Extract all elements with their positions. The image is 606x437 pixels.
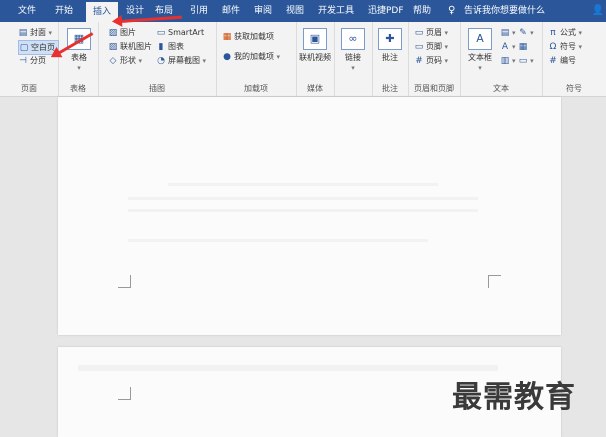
person-icon: 👤 [591,5,604,16]
tab-mailings[interactable]: 邮件 [222,0,240,22]
lightbulb-icon: ♀ [448,5,456,16]
signature-icon: ✎ [519,28,527,38]
tell-me-text: 告诉我你想要做什么 [464,6,546,16]
quick-parts-icon: ▤ [500,28,510,38]
pictures-button[interactable]: ▨ 图片 [108,26,136,39]
tab-home[interactable]: 开始 [55,0,73,22]
group-label-comments: 批注 [382,84,398,93]
equation-button[interactable]: π 公式 ▾ [548,26,582,39]
tab-file[interactable]: 文件 [18,0,36,22]
page-break-button[interactable]: ⊣ 分页 [18,54,46,67]
footer-icon: ▭ [414,42,424,52]
screenshot-icon: ◔ [157,56,165,66]
group-label-text: 文本 [493,84,509,93]
margin-corner-mark [118,275,131,288]
group-text: A 文本框 ▾ ▤ ▾ ✎ ▾ A ▾ ▦ ▥ ▾ ▭ ▾ 文本 [460,22,543,96]
group-label-pages: 页面 [21,84,37,93]
footer-button[interactable]: ▭ 页脚 ▾ [414,40,448,53]
number-button[interactable]: # 编号 [548,54,576,67]
dropcap-button[interactable]: ▥ ▾ ▭ ▾ [500,54,534,67]
faint-text-line [128,209,478,212]
tab-review[interactable]: 审阅 [254,0,272,22]
number-icon: # [549,56,557,66]
group-symbols: π 公式 ▾ Ω 符号 ▾ # 编号 符号 [542,22,606,96]
menu-bar: 文件 开始 插入 设计 布局 引用 邮件 审阅 视图 开发工具 迅捷PDF 帮助… [0,0,606,22]
my-addins-button[interactable]: ● 我的加载项 ▾ [222,50,280,63]
cover-page-button[interactable]: ▤ 封面 ▾ [18,26,52,39]
link-button[interactable]: ∞ 链接 ▾ [338,28,368,72]
share-button[interactable]: 👤共享 [592,0,604,22]
group-comments: ✚ 批注 批注 [372,22,409,96]
wordart-icon: A [501,42,509,52]
link-icon: ∞ [341,28,365,50]
group-label-addins: 加载项 [244,84,268,93]
shapes-icon: ◇ [109,56,117,66]
chart-button[interactable]: ▮ 图表 [156,40,184,53]
tab-references[interactable]: 引用 [190,0,208,22]
screenshot-button[interactable]: ◔ 屏幕截图 ▾ [156,54,206,67]
quick-parts-button[interactable]: ▤ ▾ ✎ ▾ [500,26,534,39]
group-label-media: 媒体 [307,84,323,93]
smartart-icon: ▭ [156,28,166,38]
symbol-button[interactable]: Ω 符号 ▾ [548,40,583,53]
faint-text-line [128,239,428,242]
object-icon: ▭ [518,56,528,66]
get-addins-button[interactable]: ▦ 获取加载项 [222,30,274,43]
text-box-button[interactable]: A 文本框 ▾ [464,28,496,72]
group-label-tables: 表格 [70,84,86,93]
group-media: ▣ 联机视频 媒体 [296,22,335,96]
online-picture-icon: ▨ [108,42,118,52]
tab-developer[interactable]: 开发工具 [318,0,354,22]
omega-icon: Ω [549,42,557,52]
group-label-header-footer: 页眉和页脚 [414,84,454,93]
header-icon: ▭ [414,28,424,38]
group-label-illustrations: 插图 [149,84,165,93]
addins-icon: ● [223,52,231,62]
cover-page-icon: ▤ [18,28,28,38]
online-video-button[interactable]: ▣ 联机视频 [298,28,332,63]
page-break-icon: ⊣ [19,56,27,66]
group-illustrations: ▨ 图片 ▨ 联机图片 ◇ 形状 ▾ ▭ SmartArt ▮ 图表 ◔ 屏幕截图 ▾ 插图 [98,22,217,96]
faint-text-line [78,365,498,371]
margin-corner-mark [488,275,501,288]
header-button[interactable]: ▭ 页眉 ▾ [414,26,448,39]
text-box-icon: A [468,28,492,50]
pi-icon: π [550,28,556,38]
faint-text-line [168,183,438,186]
tab-pdf[interactable]: 迅捷PDF [368,0,404,22]
group-header-footer: ▭ 页眉 ▾ ▭ 页脚 ▾ # 页码 ▾ 页眉和页脚 [408,22,461,96]
chart-icon: ▮ [158,42,164,52]
dropcap-icon: ▥ [500,56,510,66]
watermark-logo: 最需教育 [452,380,576,415]
faint-text-line [128,197,478,200]
group-pages: ▤ 封面 ▾ ▢ 空白页 ⊣ 分页 页面 [0,22,59,96]
group-addins: ▦ 获取加载项 ● 我的加载项 ▾ 加载项 [216,22,297,96]
smartart-button[interactable]: ▭ SmartArt [156,26,204,39]
picture-icon: ▨ [108,28,118,38]
comment-icon: ✚ [378,28,402,50]
page-number-button[interactable]: # 页码 ▾ [414,54,448,67]
video-icon: ▣ [303,28,327,50]
shapes-button[interactable]: ◇ 形状 ▾ [108,54,143,67]
tab-view[interactable]: 视图 [286,0,304,22]
margin-corner-mark [118,387,131,400]
comment-button[interactable]: ✚ 批注 [375,28,405,63]
store-icon: ▦ [222,32,232,42]
group-links: ∞ 链接 ▾ [334,22,373,96]
wordart-button[interactable]: A ▾ ▦ [500,40,530,53]
group-label-symbols: 符号 [566,84,582,93]
page-number-icon: # [415,56,423,66]
tab-help[interactable]: 帮助 [413,0,431,22]
date-icon: ▦ [518,42,528,52]
online-pictures-button[interactable]: ▨ 联机图片 [108,40,152,53]
document-page-1[interactable] [58,97,561,335]
